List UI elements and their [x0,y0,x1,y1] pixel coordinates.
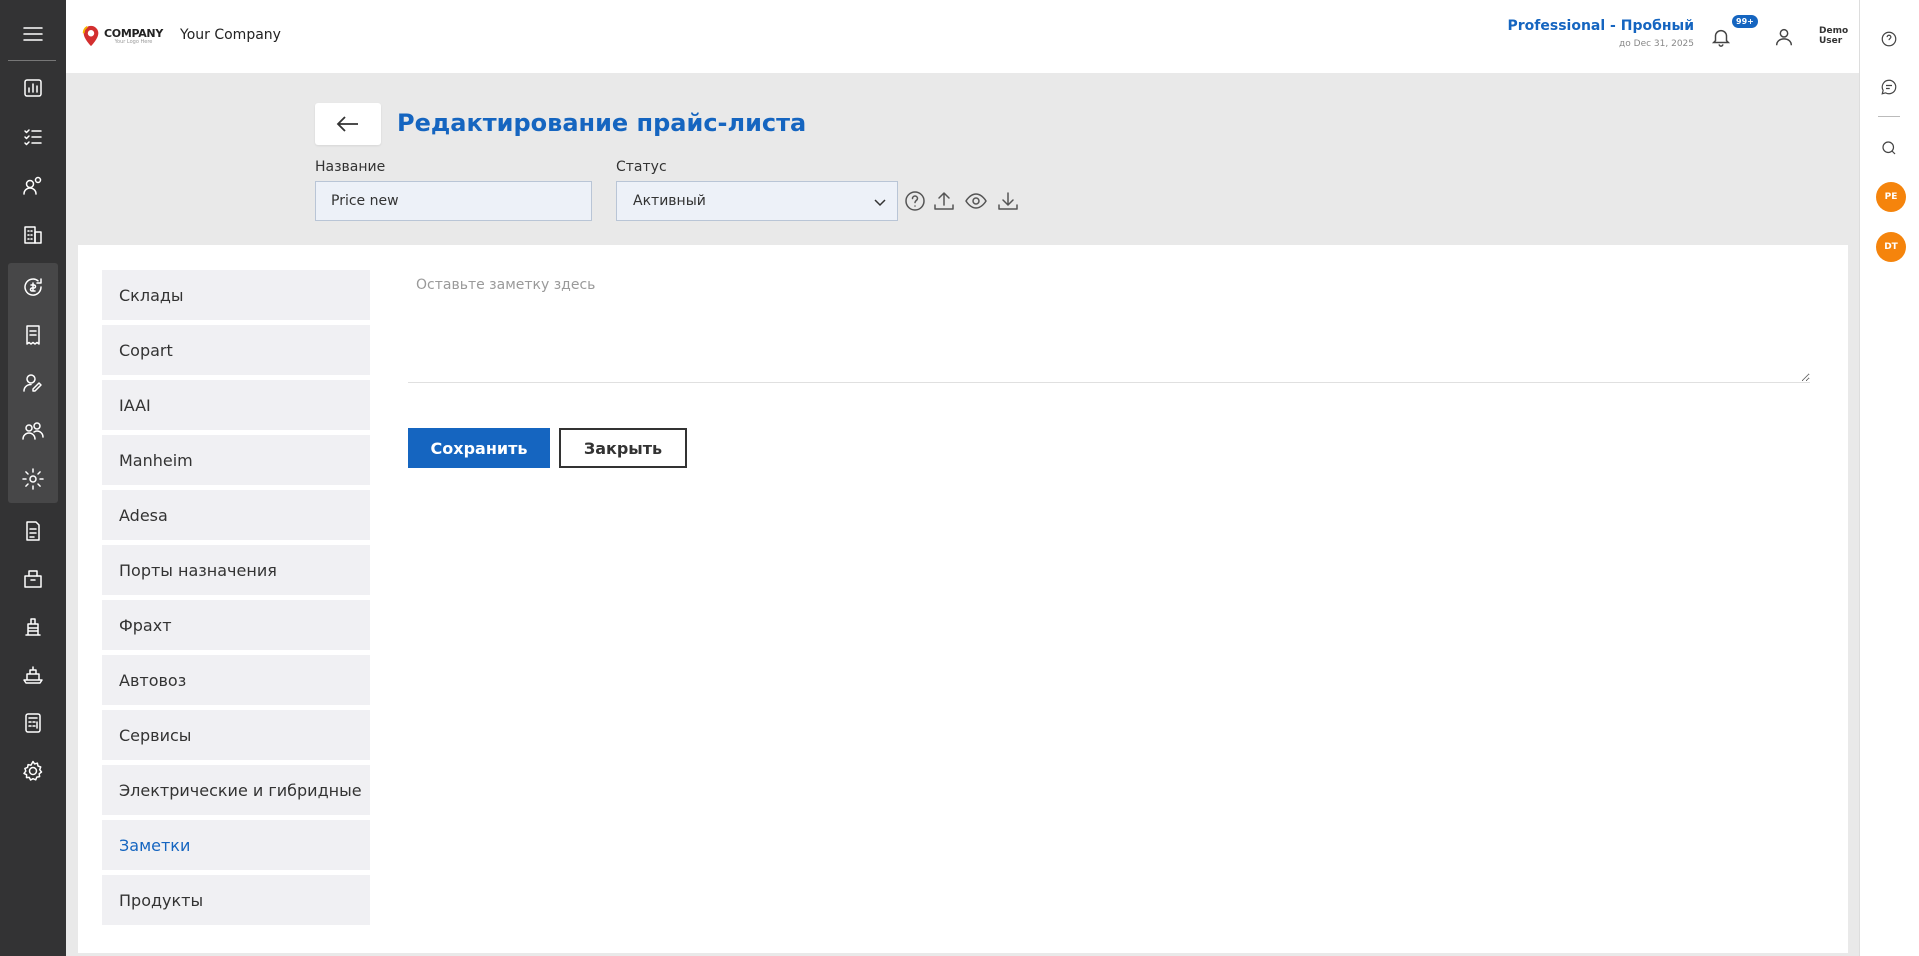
avatar-dt[interactable]: DT [1876,232,1906,262]
user-last-name: User [1819,35,1843,46]
status-value: Активный [633,193,706,209]
ship-icon[interactable] [8,653,58,697]
plan-expiry: до Dec 31, 2025 [1619,39,1694,49]
nav-item-manheim[interactable]: Manheim [102,435,370,485]
help-icon[interactable] [1874,24,1904,54]
package-icon[interactable] [8,557,58,601]
plan-name[interactable]: Professional - Пробный [1508,18,1695,34]
user-name[interactable]: Demo User [1819,26,1848,47]
exchange-icon[interactable] [8,265,58,309]
gear-icon[interactable] [8,749,58,793]
sidebar-divider [8,60,56,61]
left-sidebar [0,0,66,956]
avatar-pe[interactable]: PE [1876,182,1906,212]
status-label: Статус [616,159,667,175]
user-edit-icon[interactable] [8,361,58,405]
nav-item-freight[interactable]: Фрахт [102,600,370,650]
notes-textarea[interactable] [408,267,1810,383]
company-logo[interactable]: COMPANY Your Logo Here [78,21,170,51]
main-panel: Склады Copart IAAI Manheim Adesa Порты н… [78,245,1848,953]
right-bar-divider [1878,116,1900,117]
logo-text: COMPANY Your Logo Here [104,26,164,45]
logo-subtext: Your Logo Here [114,38,153,45]
chevron-down-icon [873,195,887,209]
building-icon[interactable] [8,213,58,257]
status-select[interactable]: Активный [616,181,898,221]
chat-icon[interactable] [1874,72,1904,102]
eye-icon[interactable] [962,187,990,215]
team-icon[interactable] [8,409,58,453]
bell-icon[interactable] [1706,22,1736,52]
nav-item-services[interactable]: Сервисы [102,710,370,760]
receipt-icon[interactable] [8,313,58,357]
page-title: Редактирование прайс-листа [397,109,807,137]
top-header: COMPANY Your Logo Here Your Company Prof… [66,0,1859,73]
name-label: Название [315,159,386,175]
nav-item-products[interactable]: Продукты [102,875,370,925]
download-icon[interactable] [994,187,1022,215]
save-button[interactable]: Сохранить [408,428,550,468]
upload-icon[interactable] [930,187,958,215]
nav-item-copart[interactable]: Copart [102,325,370,375]
checklist-icon[interactable] [8,115,58,159]
company-name: Your Company [180,27,281,43]
document-icon[interactable] [8,509,58,553]
nav-item-destination-ports[interactable]: Порты назначения [102,545,370,595]
nav-item-electric-hybrid[interactable]: Электрические и гибридные [102,765,370,815]
calculator-icon[interactable] [8,701,58,745]
logo-pin-icon [82,25,99,47]
name-input[interactable] [315,181,592,221]
menu-icon[interactable] [8,12,58,56]
notifications-badge: 99+ [1732,15,1758,28]
nav-item-car-carrier[interactable]: Автовоз [102,655,370,705]
nav-item-warehouses[interactable]: Склады [102,270,370,320]
question-icon[interactable] [901,187,929,215]
close-button[interactable]: Закрыть [559,428,687,468]
search-icon[interactable] [1874,133,1904,163]
nav-item-adesa[interactable]: Adesa [102,490,370,540]
arrow-left-icon [336,116,358,132]
nav-item-notes[interactable]: Заметки [102,820,370,870]
users-icon[interactable] [8,164,58,208]
back-button[interactable] [315,103,381,145]
crane-icon[interactable] [8,605,58,649]
settings-cog-icon[interactable] [8,457,58,501]
right-sidebar: PE DT [1859,0,1919,956]
nav-item-iaai[interactable]: IAAI [102,380,370,430]
dashboard-icon[interactable] [8,66,58,110]
user-icon[interactable] [1769,22,1799,52]
